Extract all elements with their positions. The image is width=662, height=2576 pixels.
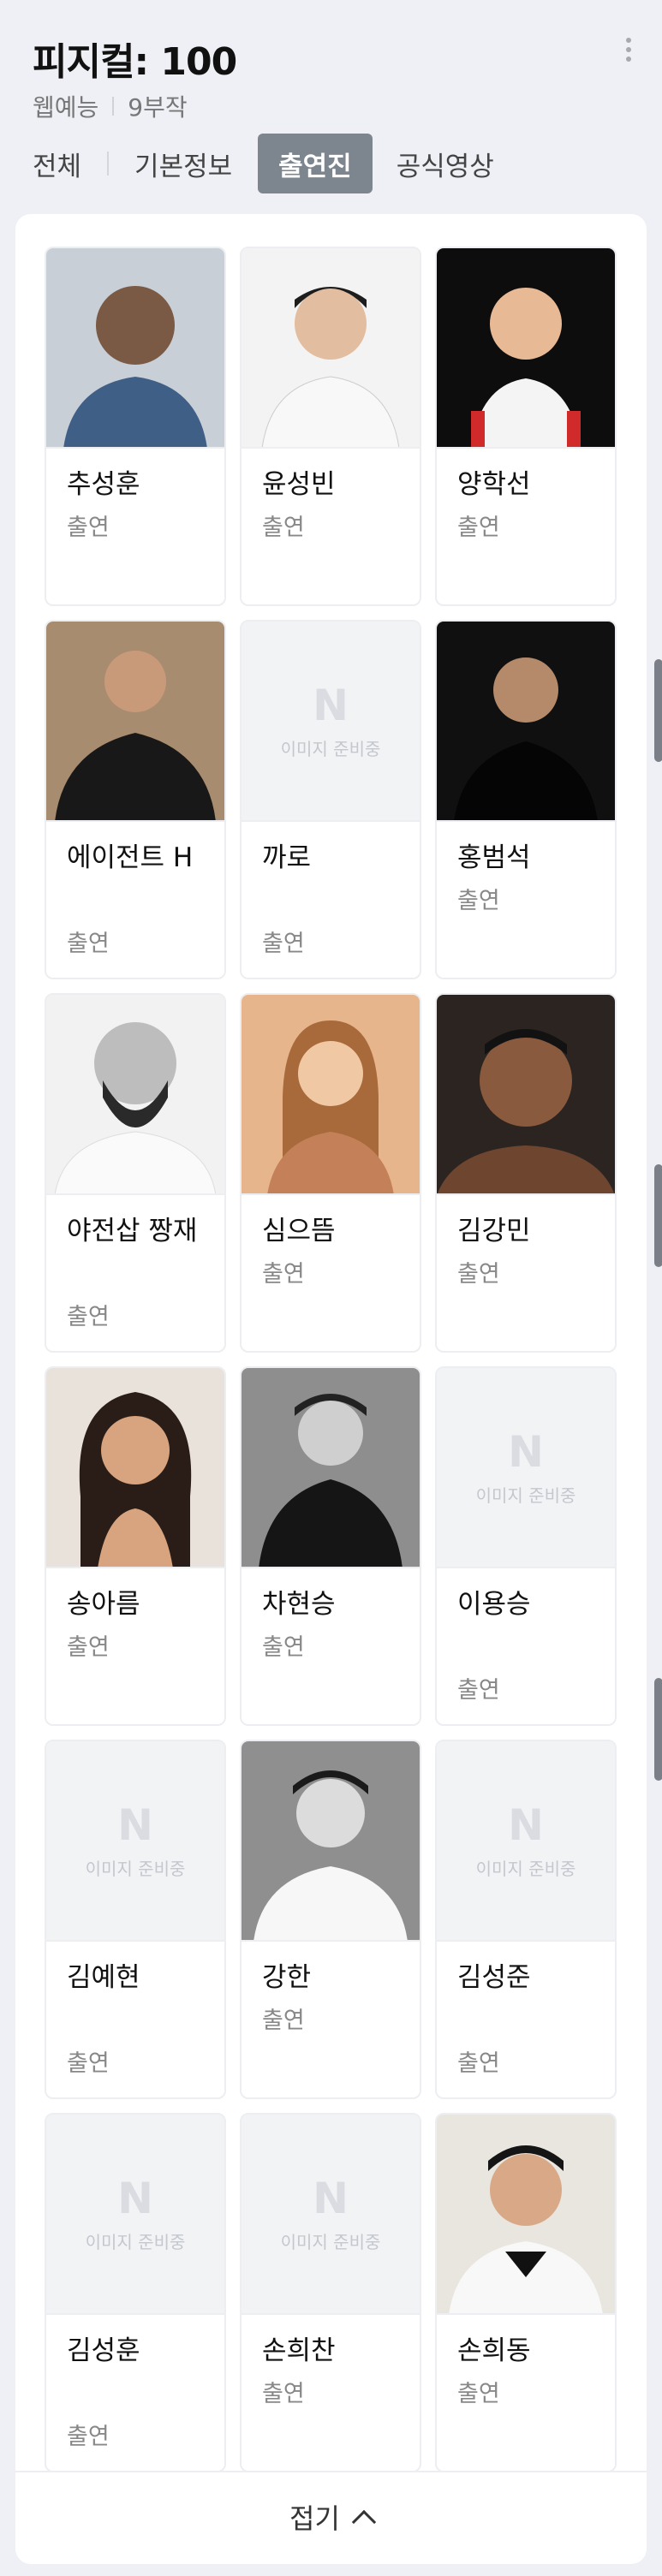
cast-panel: 추성훈 출연 윤성빈 출연 양학선 출연 에이전트 H 출연 N 이미지 준비중… [15,214,647,2564]
cast-card[interactable]: 강한 출연 [240,1740,421,2099]
cast-role: 출연 [262,2381,305,2407]
cast-photo-placeholder: N 이미지 준비중 [46,1741,224,1942]
cast-role: 출연 [262,515,305,541]
cast-name: 윤성빈 [262,469,336,500]
cast-photo-placeholder: N 이미지 준비중 [242,622,420,822]
cast-card[interactable]: 에이전트 H 출연 [45,620,226,979]
cast-role: 출연 [262,2008,305,2034]
cast-card[interactable]: 차현승 출연 [240,1366,421,1726]
cast-name: 손희동 [457,2335,531,2366]
naver-n-icon: N [313,2173,349,2223]
cast-photo-placeholder: N 이미지 준비중 [437,1368,615,1568]
cast-name: 야전삽 짱재 [67,1216,198,1246]
page-title: 피지컬: 100 [33,40,237,84]
tab-cast[interactable]: 출연진 [258,134,373,193]
tab-all[interactable]: 전체 [33,134,81,193]
cast-name: 추성훈 [67,469,140,500]
cast-name: 이용승 [457,1589,531,1620]
cast-photo [437,2115,615,2315]
cast-role: 출연 [262,931,305,957]
cast-role: 출연 [67,515,110,541]
cast-card[interactable]: 김강민 출연 [435,993,617,1353]
cast-card[interactable]: N 이미지 준비중 김성준 출연 [435,1740,617,2099]
cast-card[interactable]: N 이미지 준비중 이용승 출연 [435,1366,617,1726]
cast-role: 출연 [67,931,110,957]
tab-bar: 전체 기본정보 출연진 공식영상 [33,134,494,193]
divider [15,2471,647,2472]
cast-photo [437,248,615,449]
fold-button[interactable]: 접기 [15,2474,647,2560]
chevron-up-icon [351,2509,377,2535]
cast-role: 출연 [457,1677,500,1704]
scrollbar-thumb[interactable] [654,659,662,762]
cast-photo [437,995,615,1195]
cast-name: 김예현 [67,1962,140,1993]
naver-n-icon: N [313,680,349,730]
cast-role: 출연 [457,888,500,914]
cast-role: 출연 [262,1634,305,1661]
cast-photo [437,622,615,822]
cast-photo [242,1741,420,1942]
cast-role: 출연 [262,1261,305,1288]
cast-name: 강한 [262,1962,312,1993]
cast-photo [46,248,224,449]
naver-n-icon: N [508,1800,544,1850]
cast-name: 김성준 [457,1962,531,1993]
cast-name: 홍범석 [457,842,531,873]
cast-role: 출연 [67,1304,110,1330]
cast-card[interactable]: 손희동 출연 [435,2113,617,2472]
cast-card[interactable]: 야전삽 짱재 출연 [45,993,226,1353]
header: 피지컬: 100 웹예능 9부작 전체 기본정보 출연진 공식영상 [0,0,662,205]
naver-n-icon: N [117,1800,153,1850]
cast-photo [242,248,420,449]
cast-role: 출연 [67,1634,110,1661]
more-vertical-icon[interactable] [618,34,639,65]
scrollbar-thumb[interactable] [654,1678,662,1781]
naver-n-icon: N [508,1426,544,1477]
cast-role: 출연 [457,1261,500,1288]
tab-divider [107,152,110,176]
cast-card[interactable]: 송아름 출연 [45,1366,226,1726]
cast-name: 손희찬 [262,2335,336,2366]
cast-name: 김강민 [457,1216,531,1246]
cast-card[interactable]: N 이미지 준비중 손희찬 출연 [240,2113,421,2472]
cast-role: 출연 [67,2050,110,2077]
cast-photo [46,995,224,1195]
cast-card[interactable]: 심으뜸 출연 [240,993,421,1353]
cast-photo [242,995,420,1195]
tab-basic-info[interactable]: 기본정보 [134,134,232,193]
subtitle: 웹예능 9부작 [33,89,188,123]
cast-name: 송아름 [67,1589,140,1620]
cast-photo-placeholder: N 이미지 준비중 [242,2115,420,2315]
cast-card[interactable]: 추성훈 출연 [45,247,226,606]
cast-card[interactable]: 양학선 출연 [435,247,617,606]
cast-role: 출연 [67,2424,110,2450]
cast-photo-placeholder: N 이미지 준비중 [46,2115,224,2315]
cast-photo [46,622,224,822]
cast-role: 출연 [457,2050,500,2077]
cast-name: 까로 [262,842,312,873]
cast-card[interactable]: N 이미지 준비중 김예현 출연 [45,1740,226,2099]
scrollbar-thumb[interactable] [654,1164,662,1267]
cast-photo [46,1368,224,1568]
naver-n-icon: N [117,2173,153,2223]
episode-count: 9부작 [128,93,188,122]
cast-name: 심으뜸 [262,1216,336,1246]
genre-label: 웹예능 [33,93,99,122]
fold-label: 접기 [289,2502,340,2535]
cast-name: 김성훈 [67,2335,140,2366]
cast-photo-placeholder: N 이미지 준비중 [437,1741,615,1942]
cast-name: 에이전트 H [67,842,194,873]
cast-card[interactable]: N 이미지 준비중 까로 출연 [240,620,421,979]
tab-official-video[interactable]: 공식영상 [397,134,494,193]
divider [112,97,115,116]
cast-name: 차현승 [262,1589,336,1620]
cast-photo [242,1368,420,1568]
cast-name: 양학선 [457,469,531,500]
cast-card[interactable]: N 이미지 준비중 김성훈 출연 [45,2113,226,2472]
cast-card[interactable]: 윤성빈 출연 [240,247,421,606]
cast-role: 출연 [457,2381,500,2407]
cast-role: 출연 [457,515,500,541]
cast-card[interactable]: 홍범석 출연 [435,620,617,979]
